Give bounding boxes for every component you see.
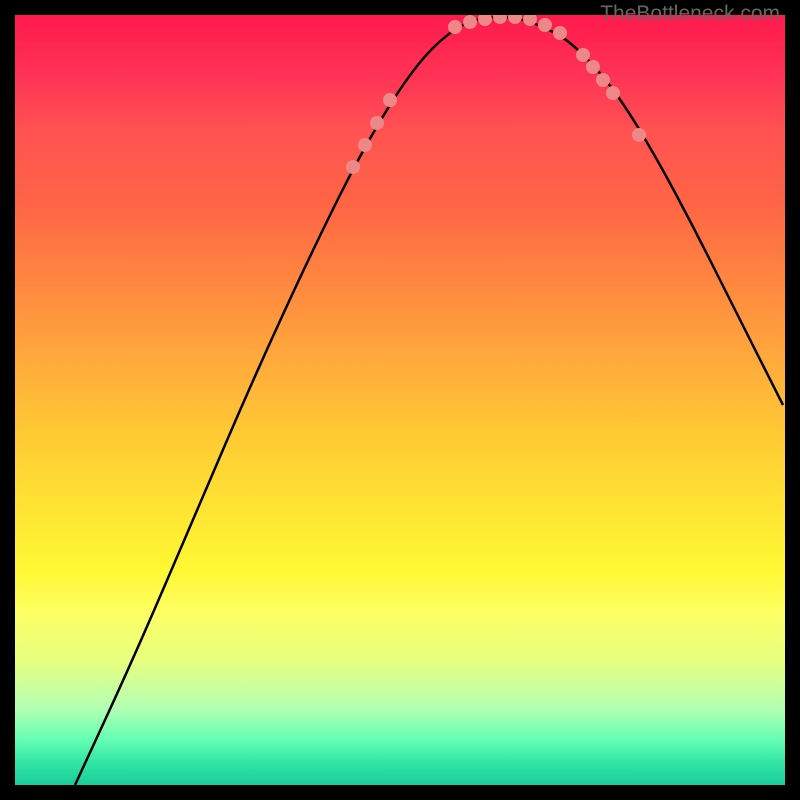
curve-line [75, 17, 783, 785]
chart-svg [15, 15, 785, 785]
data-marker [586, 60, 600, 74]
data-marker [346, 160, 360, 174]
curve-markers [346, 15, 646, 174]
data-marker [448, 20, 462, 34]
data-marker [576, 48, 590, 62]
data-marker [553, 26, 567, 40]
data-marker [383, 93, 397, 107]
data-marker [493, 15, 507, 24]
plot-area [15, 15, 785, 785]
data-marker [370, 116, 384, 130]
data-marker [508, 15, 522, 24]
data-marker [538, 18, 552, 32]
data-marker [358, 138, 372, 152]
watermark-label: TheBottleneck.com [600, 2, 780, 26]
data-marker [632, 128, 646, 142]
data-marker [478, 15, 492, 26]
data-marker [463, 15, 477, 29]
data-marker [596, 73, 610, 87]
chart-container: TheBottleneck.com [0, 0, 800, 800]
data-marker [606, 86, 620, 100]
